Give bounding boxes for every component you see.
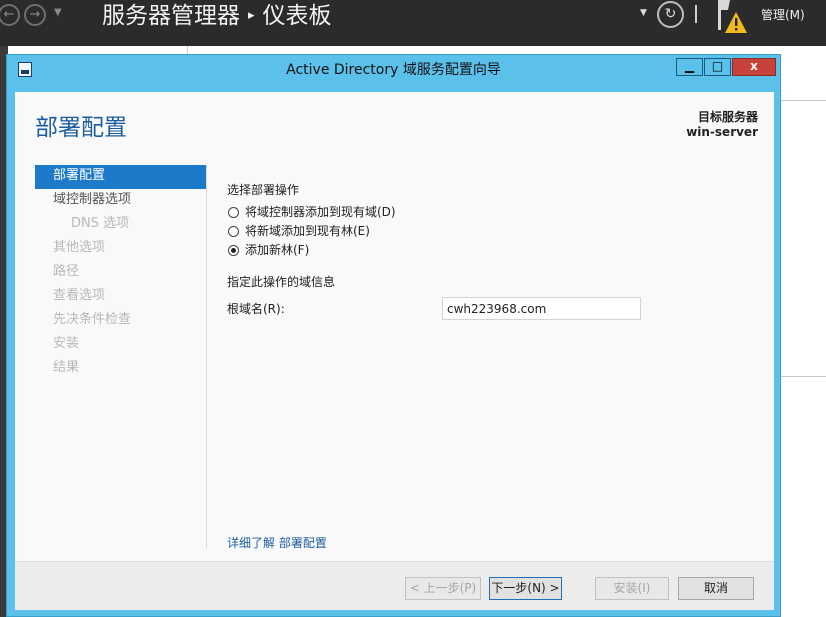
server-manager-title: 服务器管理器 ▸ 仪表板	[102, 0, 332, 32]
manage-menu[interactable]: 管理(M)	[761, 6, 805, 23]
root-domain-row: 根域名(R):	[227, 297, 757, 321]
target-server-label: 目标服务器	[697, 110, 758, 124]
toolbar-divider	[695, 5, 697, 23]
refresh-dropdown-icon[interactable]: ▼	[640, 8, 647, 18]
target-server-name: win-server	[686, 125, 758, 139]
radio-button-selected[interactable]	[228, 245, 239, 256]
breadcrumb-separator: ▸	[248, 8, 255, 23]
nav-item-dc-options[interactable]: 域控制器选项	[35, 189, 206, 213]
forward-arrow-icon[interactable]: →	[24, 4, 46, 26]
wizard-body: 部署配置 目标服务器 win-server 部署配置 域控制器选项 DNS 选项…	[15, 92, 774, 610]
deployment-config-panel: 选择部署操作 将域控制器添加到现有域(D) 将新域添加到现有林(E) 添加新林(…	[227, 181, 757, 321]
nav-item-dns-options: DNS 选项	[71, 216, 130, 231]
root-domain-label: 根域名(R):	[227, 302, 285, 316]
option-label: 将新域添加到现有林(E)	[245, 224, 370, 238]
wizard-app-icon	[18, 62, 32, 77]
option-add-new-forest[interactable]: 添加新林(F)	[227, 241, 757, 260]
option-label: 将域控制器添加到现有域(D)	[245, 205, 396, 219]
wizard-titlebar[interactable]: Active Directory 域服务配置向导 ▁ □ x	[7, 55, 780, 85]
next-button[interactable]: 下一步(N) >	[489, 577, 562, 600]
previous-button[interactable]: < 上一步(P)	[405, 577, 481, 600]
background-divider	[187, 46, 188, 54]
install-button[interactable]: 安装(I)	[595, 577, 669, 600]
radio-button[interactable]	[228, 226, 239, 237]
history-dropdown-icon[interactable]: ▼	[54, 7, 62, 18]
wizard-footer: < 上一步(P) 下一步(N) > 安装(I) 取消	[15, 561, 774, 610]
notification-flag-warning-icon[interactable]	[716, 0, 750, 34]
nav-divider	[206, 165, 207, 548]
radio-button[interactable]	[228, 207, 239, 218]
nav-item-prerequisites-check: 先决条件检查	[53, 312, 132, 327]
option-add-domain-to-forest[interactable]: 将新域添加到现有林(E)	[227, 222, 757, 241]
maximize-button[interactable]: □	[704, 58, 731, 76]
domain-info-label: 指定此操作的域信息	[227, 275, 336, 289]
operation-section-label: 选择部署操作	[227, 183, 300, 197]
nav-item-deployment-config[interactable]: 部署配置	[35, 165, 206, 189]
wizard-nav: 部署配置 域控制器选项 DNS 选项 其他选项 路径 查看选项 先决条件检查 安…	[35, 165, 206, 381]
learn-more-link[interactable]: 详细了解 部署配置	[227, 534, 327, 551]
nav-item-results: 结果	[53, 360, 80, 375]
page-name: 仪表板	[262, 3, 332, 29]
window-title: Active Directory 域服务配置向导	[286, 62, 501, 78]
nav-item-paths: 路径	[53, 264, 80, 279]
option-add-dc-to-domain[interactable]: 将域控制器添加到现有域(D)	[227, 203, 757, 222]
ad-ds-configuration-wizard: Active Directory 域服务配置向导 ▁ □ x 部署配置 目标服务…	[6, 54, 781, 617]
minimize-button[interactable]: ▁	[676, 58, 703, 76]
close-button[interactable]: x	[732, 58, 776, 76]
cancel-button[interactable]: 取消	[678, 577, 754, 600]
background-divider	[780, 376, 826, 377]
option-label: 添加新林(F)	[245, 243, 310, 257]
nav-item-review-options: 查看选项	[53, 288, 106, 303]
refresh-icon[interactable]: ↻	[657, 1, 684, 28]
nav-item-additional-options: 其他选项	[53, 240, 106, 255]
nav-item-installation: 安装	[53, 336, 80, 351]
background-divider	[780, 100, 826, 101]
server-manager-header: ← → ▼ 服务器管理器 ▸ 仪表板 ▼ ↻ 管理(M)	[0, 0, 826, 46]
page-title: 部署配置	[35, 115, 127, 141]
back-arrow-icon[interactable]: ←	[0, 4, 20, 26]
app-name: 服务器管理器	[102, 3, 240, 29]
root-domain-input[interactable]	[442, 297, 641, 320]
